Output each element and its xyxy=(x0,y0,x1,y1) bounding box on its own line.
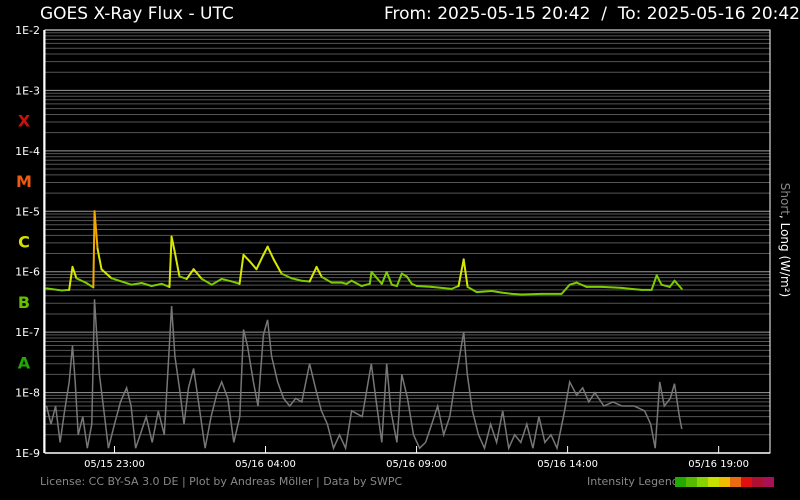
intensity-legend-label: Intensity Legend xyxy=(587,475,679,488)
long-series-segment xyxy=(238,253,245,285)
x-tick-label: 05/16 09:00 xyxy=(386,459,447,470)
long-series-segment xyxy=(385,270,393,286)
y-axis-label: Short, Long (W/m²) xyxy=(778,183,792,297)
flare-class-x: X xyxy=(18,112,31,131)
x-tick-label: 05/16 04:00 xyxy=(235,459,296,470)
long-series-segment xyxy=(368,270,373,285)
flare-class-m: M xyxy=(16,172,32,191)
flare-class-a: A xyxy=(18,353,31,372)
long-series-segment xyxy=(360,282,371,288)
legend-swatch xyxy=(763,477,774,487)
long-series-segment xyxy=(450,285,460,290)
long-series-segment xyxy=(96,247,103,271)
long-series-segment xyxy=(655,274,663,286)
long-series-segment xyxy=(68,265,74,291)
legend-swatch xyxy=(741,477,752,487)
x-tick-label: 05/16 14:00 xyxy=(537,459,598,470)
long-series-segment xyxy=(120,280,133,286)
long-series-segment xyxy=(568,281,578,286)
long-series-segment xyxy=(150,282,163,288)
long-series-segment xyxy=(300,279,311,283)
x-tick-label: 05/15 23:00 xyxy=(84,459,145,470)
y-tick-label: 1E-8 xyxy=(15,387,40,400)
long-series-segment xyxy=(60,288,71,292)
flare-class-b: B xyxy=(18,293,30,312)
license-footer: License: CC BY-SA 3.0 DE | Plot by Andre… xyxy=(40,475,403,488)
long-series-segment xyxy=(173,250,181,278)
x-tick-label: 05/16 19:00 xyxy=(688,459,749,470)
long-series-segment xyxy=(255,253,265,271)
long-series-segment xyxy=(92,210,96,289)
long-series-segment xyxy=(462,258,469,288)
y-tick-label: 1E-9 xyxy=(15,447,40,460)
long-series-segment xyxy=(242,253,251,263)
long-series-segment xyxy=(395,272,403,288)
long-series-segment xyxy=(560,283,571,295)
long-series-segment xyxy=(210,277,223,286)
xray-flux-chart: 1E-2 1E-3 1E-4 1E-5 1E-6 1E-7 1E-8 1E-9 X M C B A 05/… xyxy=(15,24,771,470)
short-series-line xyxy=(45,299,683,451)
y-tick-label: 1E-4 xyxy=(15,145,40,158)
legend-swatch xyxy=(730,477,741,487)
long-series-segment xyxy=(130,282,143,286)
long-series-segment xyxy=(510,292,523,296)
long-series-segment xyxy=(475,289,493,294)
long-series-segment xyxy=(290,277,303,282)
long-series-segment xyxy=(200,277,213,286)
long-series-segment xyxy=(266,245,275,261)
legend-swatch xyxy=(697,477,708,487)
y-tick-label: 1E-5 xyxy=(15,205,40,218)
long-series-segment xyxy=(457,258,465,288)
long-series-segment xyxy=(100,268,113,280)
legend-swatch xyxy=(686,477,697,487)
long-series-segment xyxy=(71,265,78,280)
long-series-segment xyxy=(490,289,503,294)
long-series-segment xyxy=(500,291,513,295)
legend-swatch xyxy=(719,477,730,487)
y-label-long: , Long (W/m²) xyxy=(778,214,792,298)
long-series-segment xyxy=(168,235,173,288)
flare-class-c: C xyxy=(18,233,30,252)
long-series-segment xyxy=(248,260,258,271)
long-series-segment xyxy=(600,285,623,289)
legend-swatch xyxy=(675,477,686,487)
y-tick-label: 1E-6 xyxy=(15,266,40,279)
y-tick-label: 1E-2 xyxy=(15,24,40,37)
long-series-segment xyxy=(178,275,188,280)
long-series-segment xyxy=(430,285,453,290)
legend-swatch xyxy=(708,477,719,487)
legend-swatch xyxy=(752,477,763,487)
long-series-segment xyxy=(230,280,241,285)
y-tick-label: 1E-3 xyxy=(15,84,40,97)
intensity-legend xyxy=(675,477,774,487)
long-series-segment xyxy=(415,285,433,288)
long-series-segment xyxy=(668,279,676,288)
y-label-short: Short xyxy=(778,182,792,215)
long-series-segment xyxy=(520,292,543,296)
y-tick-label: 1E-7 xyxy=(15,326,40,339)
